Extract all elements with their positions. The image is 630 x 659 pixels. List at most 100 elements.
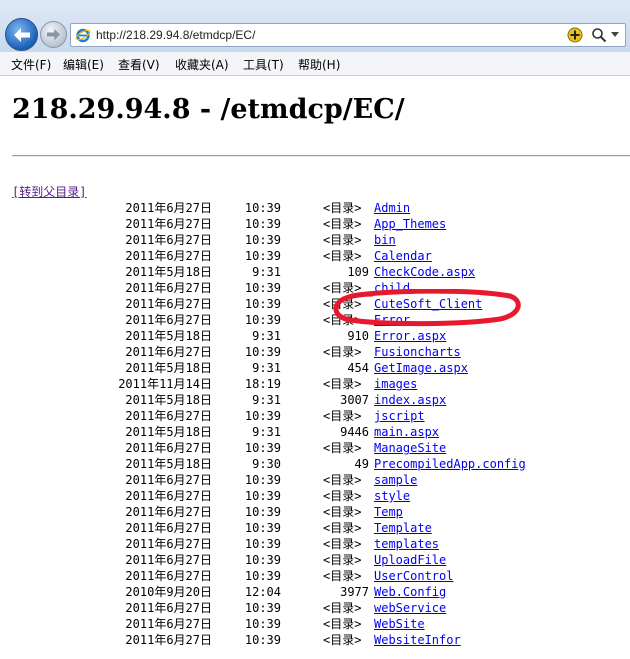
entry-link[interactable]: child: [374, 280, 410, 296]
entry-link[interactable]: Calendar: [374, 248, 432, 264]
entry-link[interactable]: style: [374, 488, 410, 504]
entry-type: <目录>: [323, 553, 362, 567]
chevron-down-icon[interactable]: [611, 32, 619, 38]
listing-row: 2011年5月18日 9:31 109 CheckCode.aspx: [0, 264, 630, 280]
search-icon[interactable]: [591, 27, 607, 43]
entry-link[interactable]: Fusioncharts: [374, 344, 461, 360]
entry-time: 10:39: [244, 553, 281, 567]
listing-row: 2011年6月27日 10:39 <目录> App_Themes: [0, 216, 630, 232]
entry-date: 2011年5月18日: [125, 393, 212, 407]
ie-logo-icon: [75, 28, 91, 43]
entry-link[interactable]: images: [374, 376, 417, 392]
listing-row: 2011年5月18日 9:31 3007 index.aspx: [0, 392, 630, 408]
entry-type: <目录>: [323, 617, 362, 631]
menu-tools[interactable]: 工具(T): [243, 56, 284, 73]
entry-link[interactable]: Template: [374, 520, 432, 536]
browser-toolbar: http://218.29.94.8/etmdcp/EC/: [0, 0, 630, 52]
menu-bar: 文件(F) 编辑(E) 查看(V) 收藏夹(A) 工具(T) 帮助(H): [0, 52, 630, 76]
entry-date: 2011年6月27日: [125, 313, 212, 327]
entry-link[interactable]: Web.Config: [374, 584, 446, 600]
entry-link[interactable]: WebSite: [374, 616, 425, 632]
listing-row: 2011年6月27日 10:39 <目录> WebsiteInfor: [0, 632, 630, 648]
entry-date: 2011年5月18日: [125, 457, 212, 471]
listing-row: 2011年6月27日 10:39 <目录> Template: [0, 520, 630, 536]
entry-type: <目录>: [323, 521, 362, 535]
entry-type: <目录>: [323, 505, 362, 519]
entry-time: 10:39: [244, 313, 281, 327]
entry-size: 910: [347, 329, 369, 343]
back-arrow-icon: [13, 27, 30, 42]
entry-link[interactable]: templates: [374, 536, 439, 552]
entry-date: 2011年6月27日: [125, 569, 212, 583]
entry-link[interactable]: Error.aspx: [374, 328, 446, 344]
entry-link[interactable]: Admin: [374, 200, 410, 216]
parent-directory-link[interactable]: [转到父目录]: [12, 183, 86, 200]
entry-link[interactable]: UploadFile: [374, 552, 446, 568]
entry-date: 2011年11月14日: [118, 377, 212, 391]
menu-edit[interactable]: 编辑(E): [63, 56, 104, 73]
listing-row: 2011年6月27日 10:39 <目录> UserControl: [0, 568, 630, 584]
forward-button[interactable]: [40, 21, 67, 48]
entry-link[interactable]: sample: [374, 472, 417, 488]
entry-time: 10:39: [244, 281, 281, 295]
entry-link[interactable]: ManageSite: [374, 440, 446, 456]
entry-link[interactable]: App_Themes: [374, 216, 446, 232]
entry-time: 10:39: [244, 233, 281, 247]
compatibility-view-icon[interactable]: [567, 27, 583, 43]
entry-time: 10:39: [244, 249, 281, 263]
menu-favorites[interactable]: 收藏夹(A): [175, 56, 229, 73]
listing-row: 2011年6月27日 10:39 <目录> Calendar: [0, 248, 630, 264]
entry-time: 9:31: [252, 425, 281, 439]
entry-date: 2011年6月27日: [125, 345, 212, 359]
listing-row: 2011年6月27日 10:39 <目录> CuteSoft_Client: [0, 296, 630, 312]
entry-time: 10:39: [244, 489, 281, 503]
entry-type: <目录>: [323, 345, 362, 359]
horizontal-rule: [12, 155, 630, 157]
entry-type: <目录>: [323, 489, 362, 503]
entry-time: 9:30: [252, 457, 281, 471]
entry-date: 2011年6月27日: [125, 409, 212, 423]
entry-size: 3977: [340, 585, 369, 599]
entry-link[interactable]: UserControl: [374, 568, 453, 584]
entry-time: 10:39: [244, 633, 281, 647]
entry-link[interactable]: Error: [374, 312, 410, 328]
listing-row: 2011年6月27日 10:39 <目录> child: [0, 280, 630, 296]
entry-date: 2011年5月18日: [125, 265, 212, 279]
listing-row: 2011年6月27日 10:39 <目录> style: [0, 488, 630, 504]
entry-time: 9:31: [252, 361, 281, 375]
back-button[interactable]: [5, 18, 38, 51]
listing-row: 2011年6月27日 10:39 <目录> Error: [0, 312, 630, 328]
entry-link[interactable]: jscript: [374, 408, 425, 424]
listing-row: 2011年6月27日 10:39 <目录> webService: [0, 600, 630, 616]
entry-time: 10:39: [244, 409, 281, 423]
entry-time: 9:31: [252, 329, 281, 343]
address-bar[interactable]: http://218.29.94.8/etmdcp/EC/: [70, 23, 626, 47]
menu-view[interactable]: 查看(V): [118, 56, 160, 73]
listing-row: 2011年6月27日 10:39 <目录> UploadFile: [0, 552, 630, 568]
entry-size: 9446: [340, 425, 369, 439]
entry-link[interactable]: main.aspx: [374, 424, 439, 440]
entry-date: 2011年6月27日: [125, 601, 212, 615]
entry-link[interactable]: Temp: [374, 504, 403, 520]
entry-link[interactable]: bin: [374, 232, 396, 248]
menu-help[interactable]: 帮助(H): [298, 56, 340, 73]
menu-file[interactable]: 文件(F): [11, 56, 51, 73]
listing-row: 2011年5月18日 9:31 454 GetImage.aspx: [0, 360, 630, 376]
entry-link[interactable]: PrecompiledApp.config: [374, 456, 526, 472]
entry-date: 2011年6月27日: [125, 201, 212, 215]
listing-row: 2011年6月27日 10:39 <目录> jscript: [0, 408, 630, 424]
entry-type: <目录>: [323, 217, 362, 231]
entry-link[interactable]: GetImage.aspx: [374, 360, 468, 376]
entry-date: 2011年5月18日: [125, 425, 212, 439]
entry-link[interactable]: CheckCode.aspx: [374, 264, 475, 280]
entry-link[interactable]: webService: [374, 600, 446, 616]
entry-link[interactable]: CuteSoft_Client: [374, 296, 482, 312]
address-text[interactable]: http://218.29.94.8/etmdcp/EC/: [96, 28, 255, 42]
entry-time: 10:39: [244, 297, 281, 311]
entry-time: 10:39: [244, 473, 281, 487]
entry-date: 2011年6月27日: [125, 281, 212, 295]
entry-link[interactable]: WebsiteInfor: [374, 632, 461, 648]
entry-link[interactable]: index.aspx: [374, 392, 446, 408]
entry-type: <目录>: [323, 313, 362, 327]
entry-date: 2011年6月27日: [125, 233, 212, 247]
